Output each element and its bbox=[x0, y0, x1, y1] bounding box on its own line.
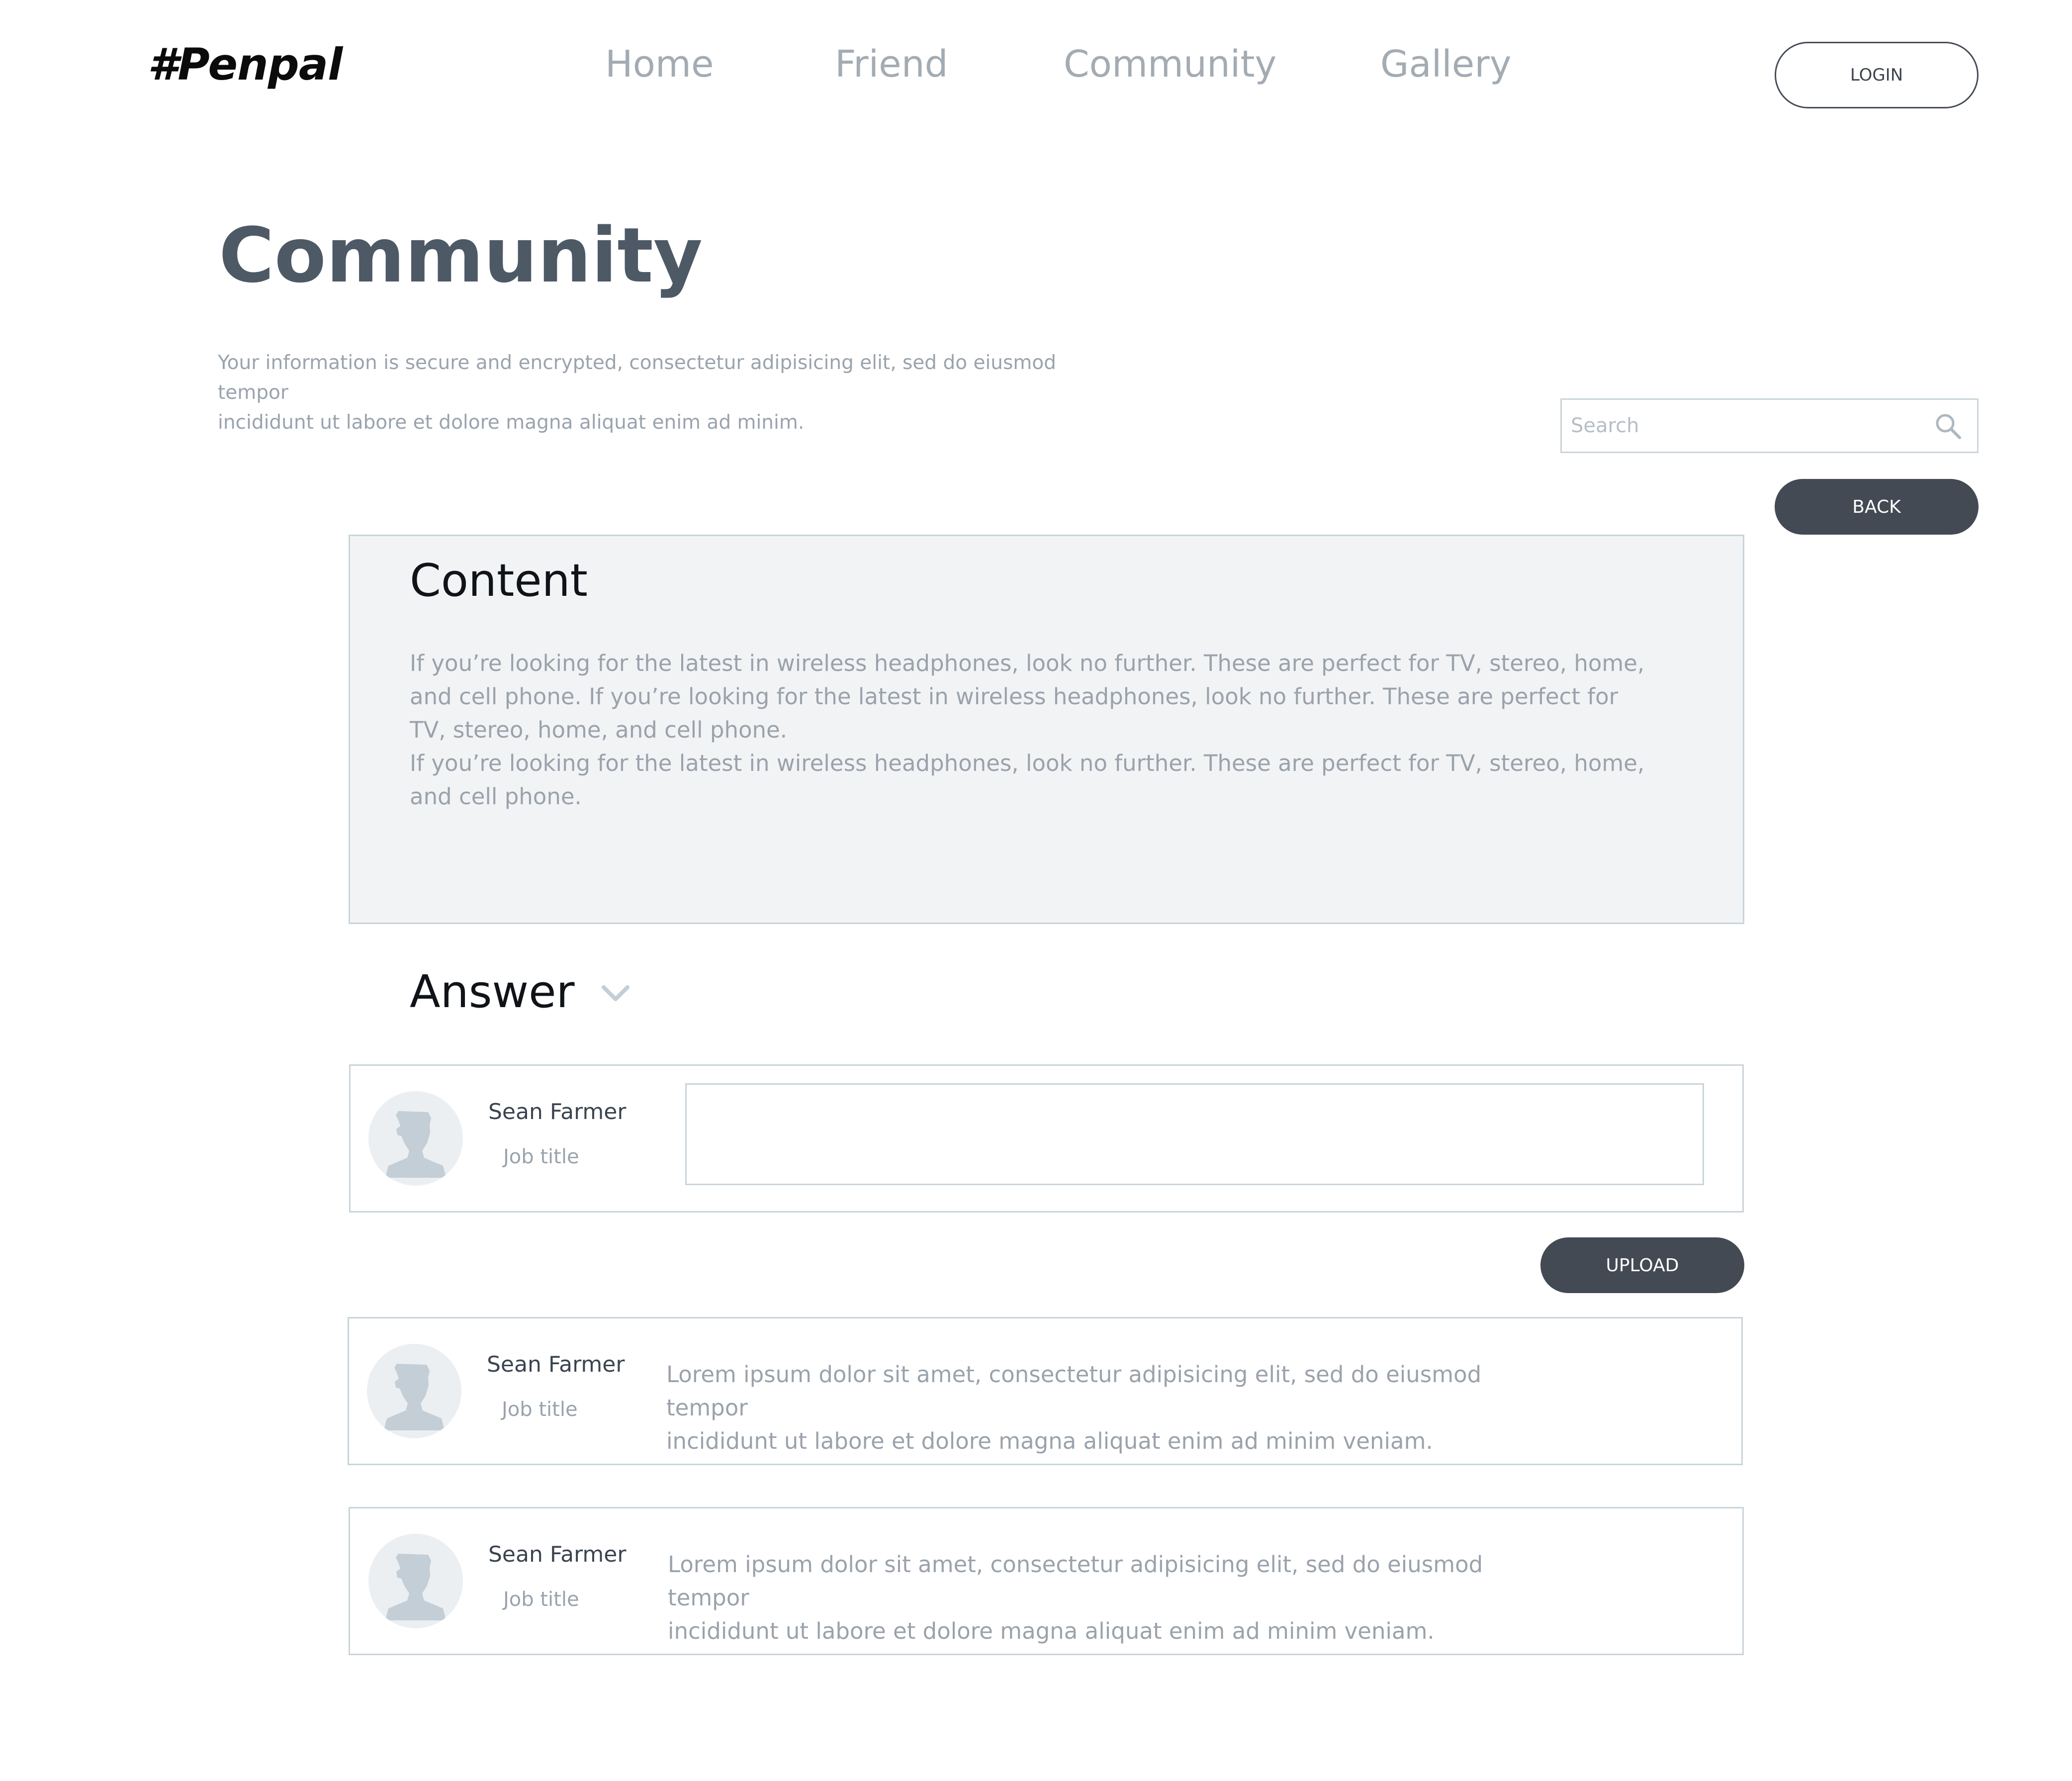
user-silhouette-icon bbox=[368, 1091, 463, 1186]
user-silhouette-icon bbox=[367, 1344, 461, 1438]
back-button[interactable]: BACK bbox=[1775, 479, 1979, 535]
comment-job-title: Job title bbox=[502, 1398, 578, 1421]
answer-input[interactable] bbox=[685, 1083, 1704, 1185]
nav-link-gallery[interactable]: Gallery bbox=[1380, 43, 1512, 86]
page-title: Community bbox=[219, 211, 703, 299]
avatar bbox=[368, 1534, 463, 1628]
comment-text-line: Lorem ipsum dolor sit amet, consectetur … bbox=[666, 1361, 1482, 1421]
subtitle-line: incididunt ut labore et dolore magna ali… bbox=[218, 411, 805, 434]
brand-logo[interactable]: #Penpal bbox=[148, 39, 343, 90]
nav-link-home[interactable]: Home bbox=[605, 43, 714, 86]
subtitle-line: Your information is secure and encrypted… bbox=[218, 352, 1056, 404]
comment-user-name: Sean Farmer bbox=[488, 1542, 627, 1567]
comment-text: Lorem ipsum dolor sit amet, consectetur … bbox=[668, 1548, 1553, 1648]
content-heading: Content bbox=[410, 555, 588, 607]
page-subtitle: Your information is secure and encrypted… bbox=[218, 348, 1093, 438]
search-icon[interactable] bbox=[1934, 412, 1962, 440]
comment-text-line: incididunt ut labore et dolore magna ali… bbox=[668, 1618, 1435, 1644]
search-box bbox=[1560, 398, 1979, 453]
login-button[interactable]: LOGIN bbox=[1775, 42, 1979, 108]
comment-job-title: Job title bbox=[503, 1588, 579, 1611]
search-input[interactable] bbox=[1571, 400, 1919, 452]
composer-job-title: Job title bbox=[503, 1145, 579, 1168]
upload-button[interactable]: UPLOAD bbox=[1540, 1237, 1744, 1293]
comment-text: Lorem ipsum dolor sit amet, consectetur … bbox=[666, 1358, 1551, 1458]
avatar bbox=[368, 1091, 463, 1186]
user-silhouette-icon bbox=[368, 1534, 463, 1628]
nav-link-friend[interactable]: Friend bbox=[835, 43, 948, 86]
composer-user-name: Sean Farmer bbox=[488, 1099, 627, 1125]
comment-text-line: incididunt ut labore et dolore magna ali… bbox=[666, 1428, 1433, 1454]
content-body: If you’re looking for the latest in wire… bbox=[410, 650, 1645, 810]
chevron-down-icon[interactable] bbox=[600, 982, 631, 1004]
comment-text-line: Lorem ipsum dolor sit amet, consectetur … bbox=[668, 1551, 1483, 1611]
nav-link-community[interactable]: Community bbox=[1064, 43, 1276, 86]
answer-heading: Answer bbox=[410, 966, 575, 1018]
comment-user-name: Sean Farmer bbox=[487, 1352, 625, 1377]
avatar bbox=[367, 1344, 461, 1438]
